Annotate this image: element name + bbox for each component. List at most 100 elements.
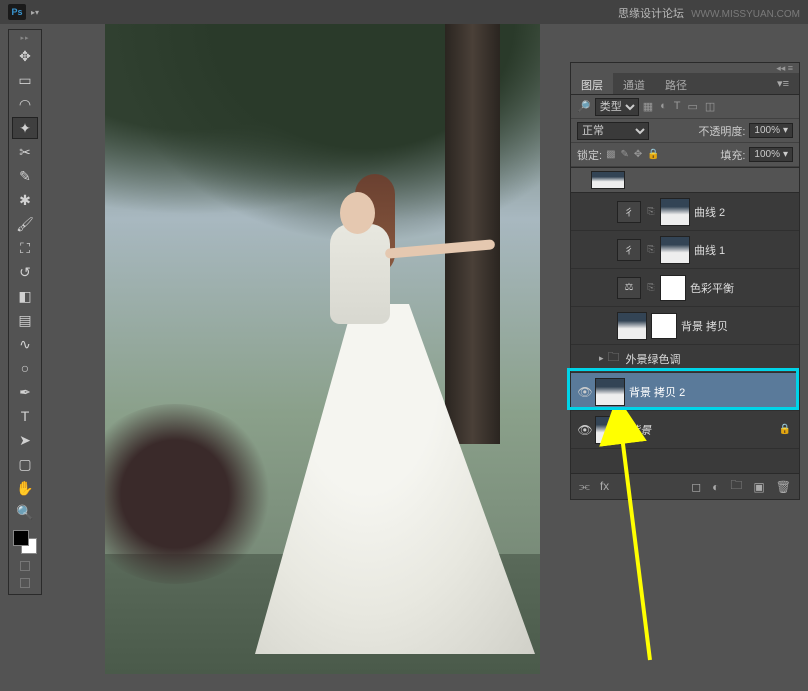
lock-transparency-icon[interactable]: ▩	[606, 149, 615, 160]
dodge-tool[interactable]: ○	[12, 357, 38, 379]
color-balance-adj-icon: ⚖	[617, 277, 641, 299]
layer-name[interactable]: 背景 拷贝 2	[629, 384, 685, 400]
eyedropper-tool[interactable]: ✎	[12, 165, 38, 187]
blend-mode-select[interactable]: 正常	[577, 122, 649, 140]
lock-pixels-icon[interactable]: ✎	[621, 149, 629, 160]
layer-bg-copy[interactable]: 背景 拷贝	[571, 307, 799, 345]
foreground-color-swatch[interactable]	[13, 530, 29, 546]
layer-color-balance[interactable]: ⚖ ⎘ 色彩平衡	[571, 269, 799, 307]
curves-adj-icon: ⼻	[617, 201, 641, 223]
tools-handle[interactable]: ▸▸	[11, 34, 39, 41]
opacity-value[interactable]: 100%▾	[749, 123, 793, 138]
layer-filter-row: 🔎 类型 ▦ ◐ T ▭ ◫	[571, 95, 799, 119]
layer-name[interactable]: 外景绿色调	[626, 351, 681, 367]
lock-label: 锁定:	[577, 147, 602, 163]
image-body	[330, 224, 390, 324]
tab-channels[interactable]: 通道	[613, 73, 655, 94]
layer-fx-icon[interactable]: fx	[600, 479, 609, 494]
tab-paths[interactable]: 路径	[655, 73, 697, 94]
magic-wand-tool[interactable]: ✦	[12, 117, 38, 139]
filter-type-select[interactable]: 类型	[595, 98, 639, 116]
lock-fill-row: 锁定: ▩ ✎ ✥ 🔒 填充: 100%▾	[571, 143, 799, 167]
folder-icon: 🗀	[608, 348, 626, 369]
lock-all-icon[interactable]: 🔒	[647, 149, 659, 160]
layer-curves-1[interactable]: ⼻ ⎘ 曲线 1	[571, 231, 799, 269]
layer-curves-2[interactable]: ⼻ ⎘ 曲线 2	[571, 193, 799, 231]
filter-shape-icon[interactable]: ▭	[688, 100, 698, 113]
fill-value[interactable]: 100%▾	[749, 147, 793, 162]
screen-mode-toggle[interactable]	[12, 576, 38, 590]
visibility-toggle[interactable]: 👁	[575, 423, 595, 437]
crop-tool[interactable]: ✂	[12, 141, 38, 163]
search-icon: 🔎	[577, 100, 591, 113]
document-canvas[interactable]	[105, 24, 540, 674]
panel-flyout-icon[interactable]: ◂◂ ≡	[571, 63, 799, 73]
layer-name[interactable]: 曲线 2	[694, 204, 725, 220]
layer-thumb[interactable]	[595, 378, 625, 406]
filter-smart-icon[interactable]: ◫	[705, 100, 715, 113]
marquee-tool[interactable]: ▭	[12, 69, 38, 91]
gradient-tool[interactable]: ▤	[12, 309, 38, 331]
layer-mask-thumb[interactable]	[660, 236, 690, 264]
move-tool[interactable]: ✥	[12, 45, 38, 67]
filter-adjust-icon[interactable]: ◐	[660, 100, 667, 113]
layer-mask-thumb[interactable]	[660, 198, 690, 226]
healing-brush-tool[interactable]: ✱	[12, 189, 38, 211]
layer-name[interactable]: 曲线 1	[694, 242, 725, 258]
pen-tool[interactable]: ✒	[12, 381, 38, 403]
blur-tool[interactable]: ∿	[12, 333, 38, 355]
filter-type-icon[interactable]: T	[674, 100, 681, 113]
history-brush-tool[interactable]: ↺	[12, 261, 38, 283]
layer-name[interactable]: 色彩平衡	[690, 280, 734, 296]
filter-pixel-icon[interactable]: ▦	[643, 100, 653, 113]
layer-name[interactable]: 背景	[629, 422, 651, 438]
lock-position-icon[interactable]: ✥	[634, 149, 642, 160]
clone-stamp-tool[interactable]: ⛶	[12, 237, 38, 259]
layer-list: ⼻ ⎘ 曲线 2 ⼻ ⎘ 曲线 1 ⚖ ⎘ 色彩平衡 背景 拷贝	[571, 193, 799, 473]
blend-opacity-row: 正常 不透明度: 100%▾	[571, 119, 799, 143]
app-icon: Ps	[8, 4, 26, 20]
watermark: 思缘设计论坛 WWW.MISSYUAN.COM	[618, 5, 800, 21]
image-arm	[385, 239, 495, 259]
group-collapse-icon[interactable]: ▸	[595, 353, 608, 364]
panel-tabs: 图层 通道 路径 ▾≡	[571, 73, 799, 95]
tools-panel: ▸▸ ✥ ▭ ◠ ✦ ✂ ✎ ✱ 🖌 ⛶ ↺ ◧ ▤ ∿ ○ ✒ T ➤ ▢ ✋…	[8, 29, 42, 595]
layer-background[interactable]: 👁 背景 🔒	[571, 411, 799, 449]
add-mask-icon[interactable]: ◻	[691, 480, 701, 494]
delete-layer-icon[interactable]: 🗑	[776, 480, 791, 494]
path-selection-tool[interactable]: ➤	[12, 429, 38, 451]
lasso-tool[interactable]: ◠	[12, 93, 38, 115]
curves-adj-icon: ⼻	[617, 239, 641, 261]
layer-thumb[interactable]	[595, 416, 625, 444]
layers-panel: ◂◂ ≡ 图层 通道 路径 ▾≡ 🔎 类型 ▦ ◐ T ▭ ◫ 正常 不透明度:…	[570, 62, 800, 500]
layer-name[interactable]: 背景 拷贝	[681, 318, 728, 334]
opacity-label: 不透明度:	[698, 123, 745, 139]
menu-expand-icon[interactable]: ▸▾	[31, 8, 39, 17]
composite-thumb	[591, 171, 625, 189]
lock-icon: 🔒	[779, 424, 791, 435]
type-tool[interactable]: T	[12, 405, 38, 427]
link-icon: ⎘	[645, 206, 657, 217]
brush-tool[interactable]: 🖌	[12, 213, 38, 235]
new-layer-icon[interactable]: ▣	[753, 480, 764, 494]
layer-thumb[interactable]	[617, 312, 647, 340]
image-dress	[255, 304, 535, 654]
link-layers-icon[interactable]: ⫘	[579, 479, 590, 494]
image-head	[340, 192, 375, 234]
rectangle-tool[interactable]: ▢	[12, 453, 38, 475]
color-swatches[interactable]	[11, 528, 39, 556]
layer-mask-thumb[interactable]	[660, 275, 686, 301]
layer-mask-thumb[interactable]	[651, 313, 677, 339]
new-adjustment-icon[interactable]: ◐	[712, 480, 719, 494]
visibility-toggle[interactable]: 👁	[575, 385, 595, 399]
zoom-tool[interactable]: 🔍	[12, 501, 38, 523]
new-group-icon[interactable]: 🗀	[730, 476, 742, 497]
tab-layers[interactable]: 图层	[571, 73, 613, 94]
panel-menu-icon[interactable]: ▾≡	[767, 73, 799, 94]
watermark-cn: 思缘设计论坛	[618, 8, 684, 20]
layer-bg-copy-2[interactable]: 👁 背景 拷贝 2	[571, 373, 799, 411]
quick-mask-toggle[interactable]	[12, 559, 38, 573]
eraser-tool[interactable]: ◧	[12, 285, 38, 307]
layer-group-greentone[interactable]: ▸ 🗀 外景绿色调	[571, 345, 799, 373]
hand-tool[interactable]: ✋	[12, 477, 38, 499]
